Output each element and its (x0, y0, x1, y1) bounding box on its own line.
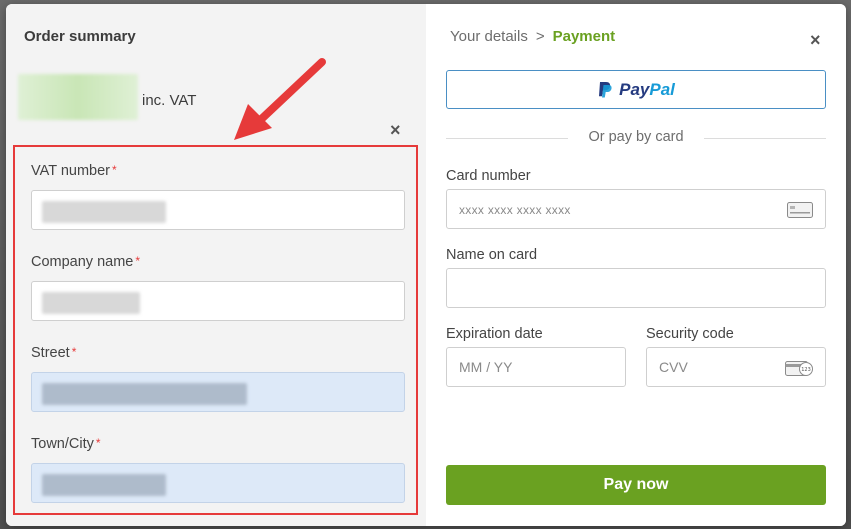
street-field[interactable] (31, 372, 405, 412)
breadcrumb: Your details > Payment (450, 28, 615, 45)
breadcrumb-your-details[interactable]: Your details (450, 28, 528, 45)
paypal-label: PayPal (619, 79, 675, 99)
town-city-label: Town/City * (31, 436, 101, 452)
cvv-card-icon: 123 (785, 361, 813, 376)
divider-text: Or pay by card (588, 129, 684, 145)
card-icon (787, 202, 813, 218)
billing-form-highlight: VAT number * Company name * Street * Town/C… (13, 145, 418, 515)
paypal-icon (599, 81, 612, 97)
name-on-card-label: Name on card (446, 247, 538, 263)
card-number-placeholder: xxxx xxxx xxxx xxxx (459, 203, 571, 217)
vat-number-label: VAT number * (31, 163, 117, 179)
company-name-label: Company name * (31, 254, 141, 270)
order-summary-title: Order summary (24, 28, 136, 45)
vat-number-field[interactable] (31, 190, 405, 230)
security-code-placeholder: CVV (659, 359, 688, 375)
expiration-date-field[interactable]: MM / YY (446, 347, 626, 387)
expiration-date-label: Expiration date (446, 326, 543, 342)
security-code-label: Security code (646, 326, 734, 342)
order-summary-panel: Order summary inc. VAT × VAT number * Com… (6, 4, 426, 526)
checkout-modal: Order summary inc. VAT × VAT number * Com… (6, 4, 846, 526)
payment-panel: Your details > Payment × PayPal Or pay by … (426, 4, 846, 526)
card-number-field[interactable]: xxxx xxxx xxxx xxxx (446, 189, 826, 229)
breadcrumb-separator: > (535, 28, 545, 45)
card-number-label: Card number (446, 168, 531, 184)
close-icon[interactable]: × (810, 30, 821, 51)
close-icon[interactable]: × (390, 120, 401, 141)
vat-suffix: inc. VAT (142, 92, 197, 109)
street-label: Street * (31, 345, 77, 361)
name-on-card-field[interactable] (446, 268, 826, 308)
order-price-redacted (18, 74, 138, 120)
svg-text:123: 123 (801, 367, 811, 373)
street-value-redacted (42, 383, 247, 405)
company-name-field[interactable] (31, 281, 405, 321)
pay-now-button[interactable]: Pay now (446, 465, 826, 505)
expiration-date-placeholder: MM / YY (459, 359, 513, 375)
paypal-button[interactable]: PayPal (446, 70, 826, 109)
company-name-value-redacted (42, 292, 140, 314)
breadcrumb-payment: Payment (552, 28, 616, 45)
town-city-value-redacted (42, 474, 166, 496)
arrow-annotation-icon (234, 58, 326, 140)
town-city-field[interactable] (31, 463, 405, 503)
pay-by-card-divider: Or pay by card (446, 129, 826, 147)
vat-number-value-redacted (42, 201, 166, 223)
security-code-field[interactable]: CVV 123 (646, 347, 826, 387)
